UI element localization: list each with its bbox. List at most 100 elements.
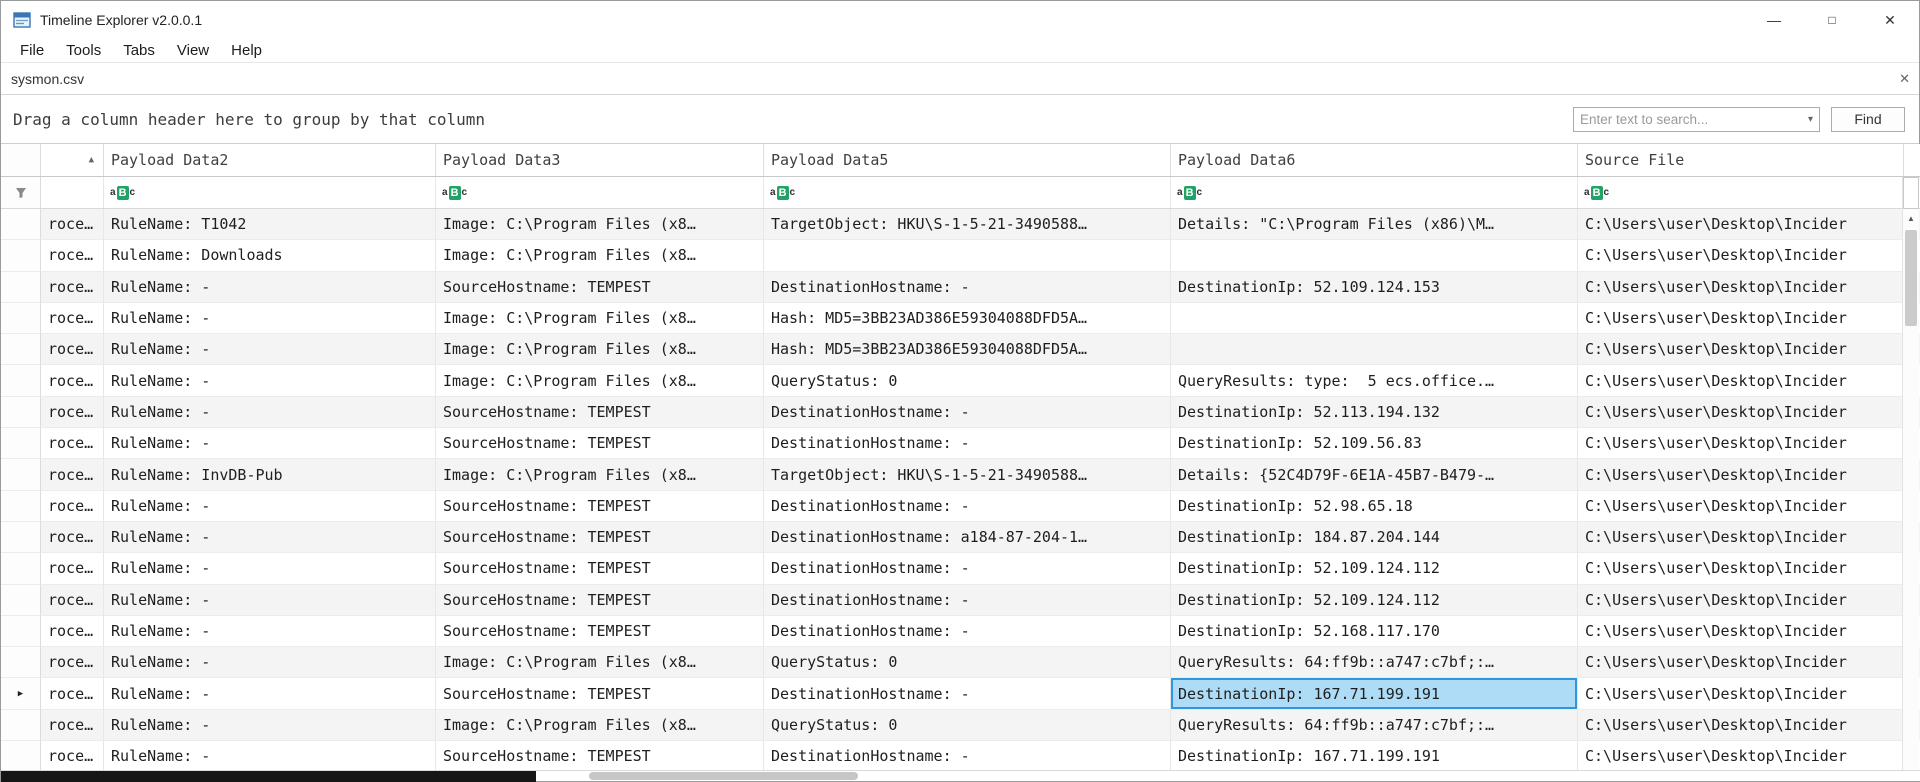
table-row[interactable]: roce… RuleName: T1042 Image: C:\Program Fi…: [1, 209, 1920, 241]
grid-cell[interactable]: QueryStatus: 0: [764, 647, 1171, 679]
grid-cell[interactable]: SourceHostname: TEMPEST: [436, 271, 764, 303]
grid-cell[interactable]: roce…: [41, 302, 104, 335]
grid-cell[interactable]: C:\Users\user\Desktop\Incider: [1578, 302, 1904, 335]
grid-cell[interactable]: SourceHostname: TEMPEST: [436, 584, 764, 616]
grid-cell[interactable]: DestinationHostname: -: [764, 678, 1171, 710]
grid-cell[interactable]: Image: C:\Program Files (x8…: [436, 209, 764, 241]
grid-cell[interactable]: C:\Users\user\Desktop\Incider: [1578, 334, 1904, 366]
horizontal-scrollbar-thumb[interactable]: [589, 772, 858, 780]
table-row[interactable]: roce… RuleName: - SourceHostname: TEMPEST D…: [1, 741, 1920, 772]
filter-type-icon[interactable]: aBc: [110, 185, 135, 200]
grid-cell[interactable]: RuleName: -: [104, 678, 436, 710]
grid-cell[interactable]: RuleName: -: [104, 553, 436, 585]
grid-cell[interactable]: DestinationHostname: -: [764, 584, 1171, 616]
filter-cell[interactable]: [41, 177, 104, 208]
grid-cell[interactable]: DestinationIp: 52.109.124.112: [1171, 584, 1578, 616]
grid-cell[interactable]: SourceHostname: TEMPEST: [436, 428, 764, 460]
grid-cell[interactable]: roce…: [41, 365, 104, 397]
grid-cell[interactable]: RuleName: -: [104, 490, 436, 522]
grid-cell[interactable]: RuleName: T1042: [104, 209, 436, 241]
table-row[interactable]: roce… RuleName: - Image: C:\Program Files …: [1, 647, 1920, 679]
grid-cell[interactable]: DestinationIp: 52.168.117.170: [1171, 615, 1578, 648]
grid-cell[interactable]: roce…: [41, 709, 104, 742]
grid-cell[interactable]: DestinationHostname: -: [764, 271, 1171, 303]
grid-cell[interactable]: RuleName: -: [104, 271, 436, 303]
grid-cell[interactable]: roce…: [41, 647, 104, 679]
grid-cell[interactable]: C:\Users\user\Desktop\Incider: [1578, 209, 1904, 241]
grid-cell[interactable]: DestinationIp: 52.109.124.153: [1171, 271, 1578, 303]
grid-cell[interactable]: SourceHostname: TEMPEST: [436, 396, 764, 429]
grid-cell[interactable]: QueryStatus: 0: [764, 365, 1171, 397]
group-by-panel[interactable]: Drag a column header here to group by th…: [1, 95, 1919, 144]
grid-cell[interactable]: DestinationHostname: -: [764, 741, 1171, 772]
grid-cell[interactable]: DestinationIp: 52.109.56.83: [1171, 428, 1578, 460]
grid-cell[interactable]: C:\Users\user\Desktop\Incider: [1578, 615, 1904, 648]
table-row[interactable]: roce… RuleName: Downloads Image: C:\Progra…: [1, 240, 1920, 272]
column-header[interactable]: Payload Data3: [436, 144, 764, 176]
close-button[interactable]: ✕: [1861, 1, 1919, 39]
table-row[interactable]: ▶ roce… RuleName: - SourceHostname: TEMPEST…: [1, 678, 1920, 710]
grid-cell[interactable]: C:\Users\user\Desktop\Incider: [1578, 553, 1904, 585]
tab-sysmon-csv[interactable]: sysmon.csv: [1, 63, 95, 94]
grid-cell[interactable]: Image: C:\Program Files (x8…: [436, 334, 764, 366]
grid-cell[interactable]: [1171, 240, 1578, 272]
grid-cell[interactable]: DestinationHostname: -: [764, 428, 1171, 460]
find-button[interactable]: Find: [1831, 106, 1905, 132]
grid-cell[interactable]: C:\Users\user\Desktop\Incider: [1578, 490, 1904, 522]
vertical-scrollbar[interactable]: ▲: [1902, 177, 1919, 772]
grid-cell[interactable]: roce…: [41, 584, 104, 616]
chevron-down-icon[interactable]: ▾: [1803, 114, 1813, 125]
column-header[interactable]: Payload Data6: [1171, 144, 1578, 176]
grid-cell[interactable]: C:\Users\user\Desktop\Incider: [1578, 240, 1904, 272]
grid-cell[interactable]: DestinationIp: 167.71.199.191: [1171, 741, 1578, 772]
grid-cell[interactable]: QueryResults: 64:ff9b::a747:c7bf;:…: [1171, 647, 1578, 679]
grid-cell[interactable]: roce…: [41, 615, 104, 648]
grid-cell[interactable]: TargetObject: HKU\S-1-5-21-3490588…: [764, 209, 1171, 241]
horizontal-scrollbar-dark-bar[interactable]: [1, 771, 536, 782]
grid-cell[interactable]: roce…: [41, 678, 104, 710]
grid-cell[interactable]: Image: C:\Program Files (x8…: [436, 365, 764, 397]
grid-cell[interactable]: roce…: [41, 741, 104, 772]
grid-cell[interactable]: Image: C:\Program Files (x8…: [436, 459, 764, 491]
column-header[interactable]: ▲: [41, 144, 104, 176]
grid-cell[interactable]: DestinationIp: 184.87.204.144: [1171, 521, 1578, 554]
grid-cell[interactable]: DestinationHostname: -: [764, 396, 1171, 429]
grid-cell[interactable]: RuleName: -: [104, 741, 436, 772]
grid-cell[interactable]: Image: C:\Program Files (x8…: [436, 302, 764, 335]
grid-cell[interactable]: Details: "C:\Program Files (x86)\M…: [1171, 209, 1578, 241]
grid-cell[interactable]: roce…: [41, 271, 104, 303]
grid-cell[interactable]: RuleName: -: [104, 584, 436, 616]
table-row[interactable]: roce… RuleName: - SourceHostname: TEMPEST D…: [1, 428, 1920, 460]
grid-cell[interactable]: DestinationIp: 52.98.65.18: [1171, 490, 1578, 522]
grid-cell[interactable]: RuleName: -: [104, 521, 436, 554]
grid-cell[interactable]: roce…: [41, 459, 104, 491]
table-row[interactable]: roce… RuleName: - Image: C:\Program Files …: [1, 302, 1920, 335]
table-row[interactable]: roce… RuleName: - SourceHostname: TEMPEST D…: [1, 271, 1920, 303]
filter-type-icon[interactable]: aBc: [1177, 185, 1202, 200]
grid-cell[interactable]: DestinationHostname: -: [764, 615, 1171, 648]
grid-cell[interactable]: DestinationHostname: -: [764, 490, 1171, 522]
table-row[interactable]: roce… RuleName: - SourceHostname: TEMPEST D…: [1, 396, 1920, 429]
grid-cell[interactable]: RuleName: -: [104, 647, 436, 679]
grid-cell[interactable]: roce…: [41, 209, 104, 241]
table-row[interactable]: roce… RuleName: - SourceHostname: TEMPEST D…: [1, 490, 1920, 522]
search-box[interactable]: ▾: [1573, 106, 1820, 132]
filter-type-icon[interactable]: aBc: [1584, 185, 1609, 200]
table-row[interactable]: roce… RuleName: - Image: C:\Program Files …: [1, 334, 1920, 366]
grid-cell[interactable]: C:\Users\user\Desktop\Incider: [1578, 365, 1904, 397]
grid-cell[interactable]: DestinationHostname: -: [764, 553, 1171, 585]
grid-cell[interactable]: DestinationHostname: a184-87-204-1…: [764, 521, 1171, 554]
grid-cell[interactable]: C:\Users\user\Desktop\Incider: [1578, 647, 1904, 679]
grid-cell[interactable]: C:\Users\user\Desktop\Incider: [1578, 428, 1904, 460]
column-header[interactable]: Payload Data5: [764, 144, 1171, 176]
grid-cell[interactable]: Image: C:\Program Files (x8…: [436, 709, 764, 742]
grid-cell[interactable]: TargetObject: HKU\S-1-5-21-3490588…: [764, 459, 1171, 491]
table-row[interactable]: roce… RuleName: InvDB-Pub Image: C:\Progra…: [1, 459, 1920, 491]
grid-cell[interactable]: Hash: MD5=3BB23AD386E59304088DFD5A…: [764, 334, 1171, 366]
grid-cell[interactable]: roce…: [41, 428, 104, 460]
grid-cell[interactable]: C:\Users\user\Desktop\Incider: [1578, 396, 1904, 429]
grid-cell[interactable]: DestinationIp: 52.113.194.132: [1171, 396, 1578, 429]
grid-cell[interactable]: SourceHostname: TEMPEST: [436, 615, 764, 648]
column-header[interactable]: Source File: [1578, 144, 1904, 176]
grid-cell[interactable]: RuleName: -: [104, 365, 436, 397]
